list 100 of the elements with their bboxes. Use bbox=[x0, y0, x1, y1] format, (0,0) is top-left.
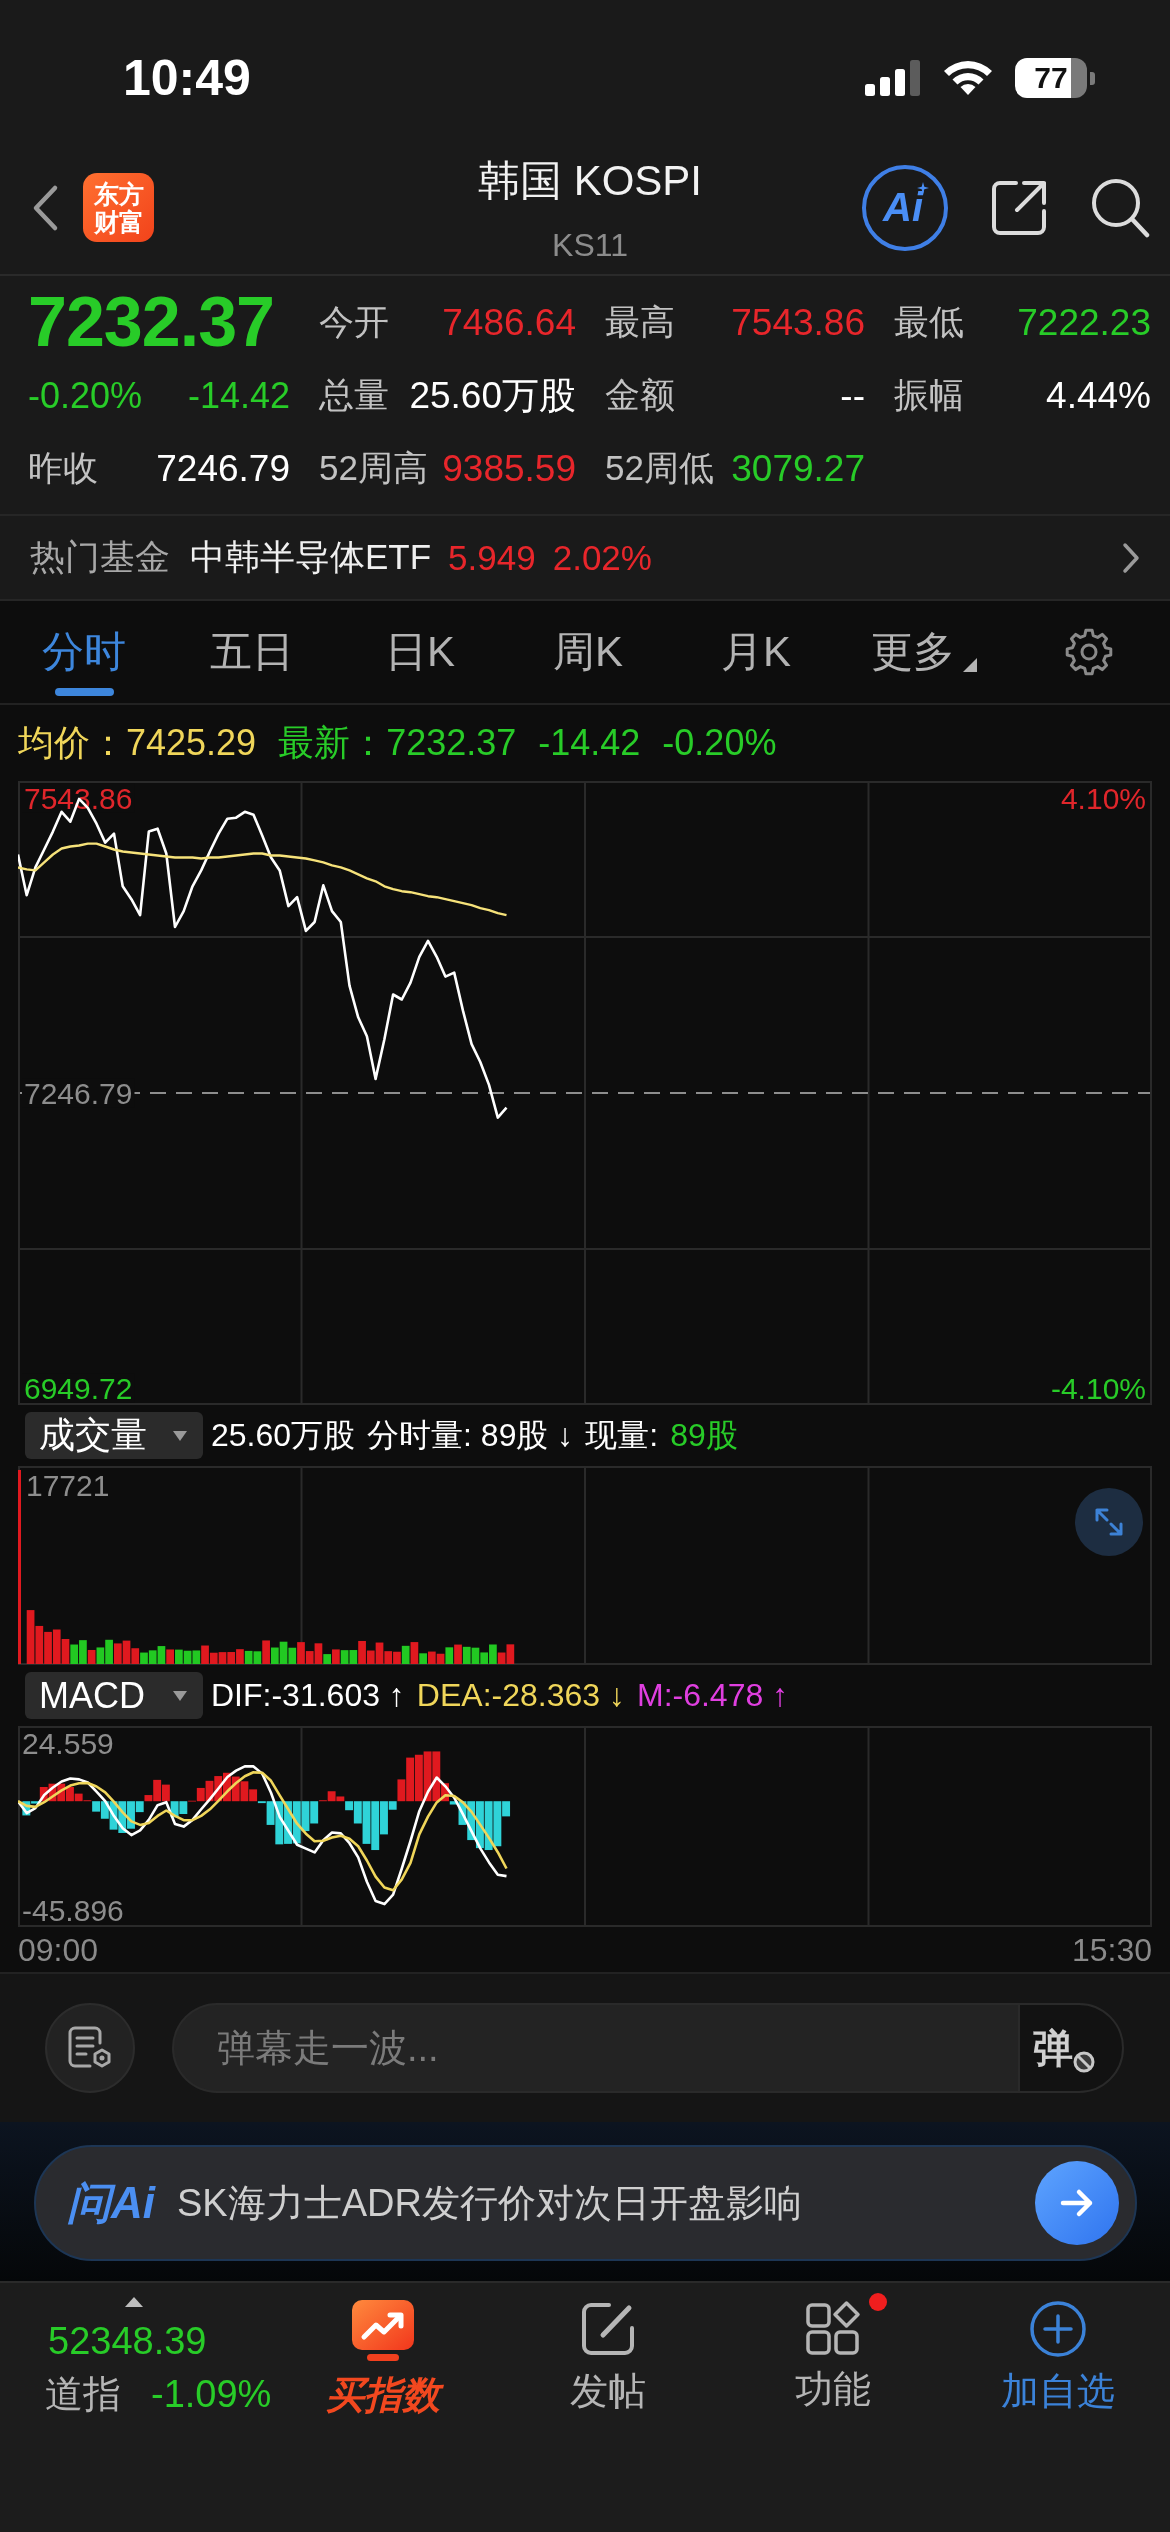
volume-bar bbox=[192, 1650, 201, 1664]
price-axis-label: 7543.86 bbox=[22, 781, 135, 815]
volume-bar bbox=[148, 1650, 157, 1664]
comment-input[interactable]: 弹幕走一波... bbox=[172, 2003, 1018, 2093]
functions-button[interactable]: 功能 bbox=[774, 2291, 891, 2412]
indicator-dropdown[interactable]: MACD bbox=[25, 1672, 203, 1719]
battery-indicator: 77 bbox=[1015, 58, 1095, 98]
ask-ai-logo: 问Ai bbox=[67, 2176, 155, 2229]
volume-bar bbox=[279, 1641, 288, 1664]
volume-bar bbox=[61, 1639, 70, 1664]
buy-index-button[interactable]: 买指数 bbox=[305, 2291, 460, 2418]
volume-bar bbox=[218, 1652, 227, 1664]
index-name: 道指 bbox=[45, 2372, 121, 2417]
volume-readout: 89股 bbox=[670, 1415, 738, 1455]
ai-prompt-card[interactable]: 问Ai SK海力士ADR发行价对次日开盘影响 bbox=[34, 2145, 1137, 2261]
volume-bar bbox=[471, 1647, 480, 1664]
volume-bar bbox=[288, 1647, 297, 1664]
volume-bar bbox=[157, 1646, 166, 1664]
corner-caret-icon bbox=[963, 658, 977, 672]
caret-down-icon bbox=[173, 1690, 187, 1701]
change-amount: -14.42 bbox=[187, 374, 290, 417]
macd-readout: M:-6.478 ↑ bbox=[636, 1677, 789, 1714]
settings-icon[interactable] bbox=[1065, 628, 1113, 676]
time-axis-label: 09:00 bbox=[18, 1931, 99, 1968]
prohibited-icon bbox=[1073, 2051, 1095, 2073]
hot-fund-label: 热门基金 bbox=[30, 536, 170, 578]
period-tab[interactable]: 分时 bbox=[0, 601, 168, 703]
more-tab[interactable]: 更多 bbox=[840, 601, 1008, 703]
percent-axis-label: -4.10% bbox=[1050, 1371, 1146, 1405]
volume-bar bbox=[52, 1629, 61, 1664]
signal-icon bbox=[865, 60, 921, 96]
caret-up-icon[interactable] bbox=[125, 2297, 143, 2307]
expand-icon bbox=[1093, 1506, 1125, 1538]
period-tab[interactable]: 日K bbox=[336, 601, 504, 703]
macd-axis-label: -45.896 bbox=[22, 1893, 124, 1927]
change-percent: -0.20% bbox=[28, 374, 143, 417]
volume-bar bbox=[244, 1650, 253, 1664]
index-change: -1.09% bbox=[151, 2372, 272, 2417]
stat-value: 7222.23 bbox=[1017, 301, 1151, 344]
volume-bar bbox=[340, 1650, 349, 1664]
wifi-icon bbox=[943, 60, 993, 96]
stock-code: KS11 bbox=[552, 226, 628, 265]
period-tab[interactable]: 五日 bbox=[168, 601, 336, 703]
stat-value: 7543.86 bbox=[731, 301, 865, 344]
volume-bar bbox=[270, 1647, 279, 1664]
period-tab[interactable]: 周K bbox=[504, 601, 672, 703]
time-axis-label: 15:30 bbox=[1071, 1931, 1152, 1968]
index-value: 52348.39 bbox=[48, 2319, 207, 2363]
price-axis-label: 6949.72 bbox=[22, 1371, 135, 1405]
price-readout: 最新：7232.37 bbox=[278, 720, 517, 765]
fund-name[interactable]: 中韩半导体ETF bbox=[190, 534, 432, 581]
page-title: 韩国 KOSPI bbox=[477, 156, 703, 206]
stat-label: 振幅 bbox=[894, 374, 964, 416]
volume-bar bbox=[227, 1652, 236, 1664]
volume-bar bbox=[70, 1644, 79, 1664]
percent-axis-label: 4.10% bbox=[1060, 781, 1146, 815]
status-time: 10:49 bbox=[123, 49, 251, 107]
app-logo: 东方 财富 bbox=[83, 173, 154, 242]
fund-quote: 5.949 bbox=[448, 537, 536, 578]
trend-chart-icon bbox=[351, 2300, 414, 2362]
volume-bar bbox=[462, 1646, 471, 1664]
chevron-right-icon[interactable] bbox=[1122, 541, 1140, 574]
max-volume-label: 17721 bbox=[26, 1469, 110, 1502]
apps-icon bbox=[804, 2300, 861, 2356]
volume-readout: 现量: bbox=[585, 1415, 659, 1455]
search-icon[interactable] bbox=[1090, 176, 1150, 239]
ai-button[interactable]: Ai bbox=[862, 164, 948, 251]
price-readout: 均价：7425.29 bbox=[18, 720, 257, 765]
volume-bar bbox=[183, 1650, 192, 1664]
stat-label: 昨收 bbox=[28, 447, 98, 489]
stat-label: 金额 bbox=[605, 374, 675, 416]
period-tab[interactable]: 月K bbox=[672, 601, 840, 703]
danmaku-toggle-button[interactable]: 弹 bbox=[1018, 2003, 1124, 2093]
volume-readout: 分时量: 89股 ↓ bbox=[367, 1415, 574, 1455]
volume-readout: 25.60万股 bbox=[211, 1415, 356, 1455]
caret-down-icon bbox=[173, 1430, 187, 1441]
fund-quote: 2.02% bbox=[552, 537, 652, 578]
stat-label: 今开 bbox=[319, 301, 389, 343]
add-to-watchlist-button[interactable]: 加自选 bbox=[980, 2291, 1135, 2414]
indicator-dropdown[interactable]: 成交量 bbox=[25, 1412, 203, 1459]
stat-value: 4.44% bbox=[1046, 374, 1151, 417]
stat-label: 52周低 bbox=[605, 447, 714, 489]
macd-axis-label: 24.559 bbox=[22, 1726, 114, 1760]
volume-bar bbox=[26, 1610, 35, 1664]
volume-bar bbox=[113, 1643, 122, 1664]
macd-readout: DIF:-31.603 ↑ bbox=[211, 1677, 405, 1714]
stat-value: 7486.64 bbox=[442, 301, 576, 344]
last-price: 7232.37 bbox=[28, 286, 276, 359]
plus-circle-icon bbox=[1028, 2300, 1087, 2358]
ai-prompt-text: SK海力士ADR发行价对次日开盘影响 bbox=[177, 2180, 802, 2226]
post-button[interactable]: 发帖 bbox=[549, 2291, 666, 2414]
volume-bar bbox=[35, 1625, 44, 1664]
stat-value: 9385.59 bbox=[442, 447, 576, 490]
stat-value: 25.60万股 bbox=[409, 373, 576, 418]
price-readout: -14.42 bbox=[538, 722, 641, 764]
stat-label: 总量 bbox=[319, 374, 389, 416]
stat-label: 最低 bbox=[894, 301, 964, 343]
go-button[interactable] bbox=[1035, 2161, 1119, 2245]
stat-label: 最高 bbox=[605, 301, 675, 343]
stat-value: 3079.27 bbox=[731, 447, 865, 490]
